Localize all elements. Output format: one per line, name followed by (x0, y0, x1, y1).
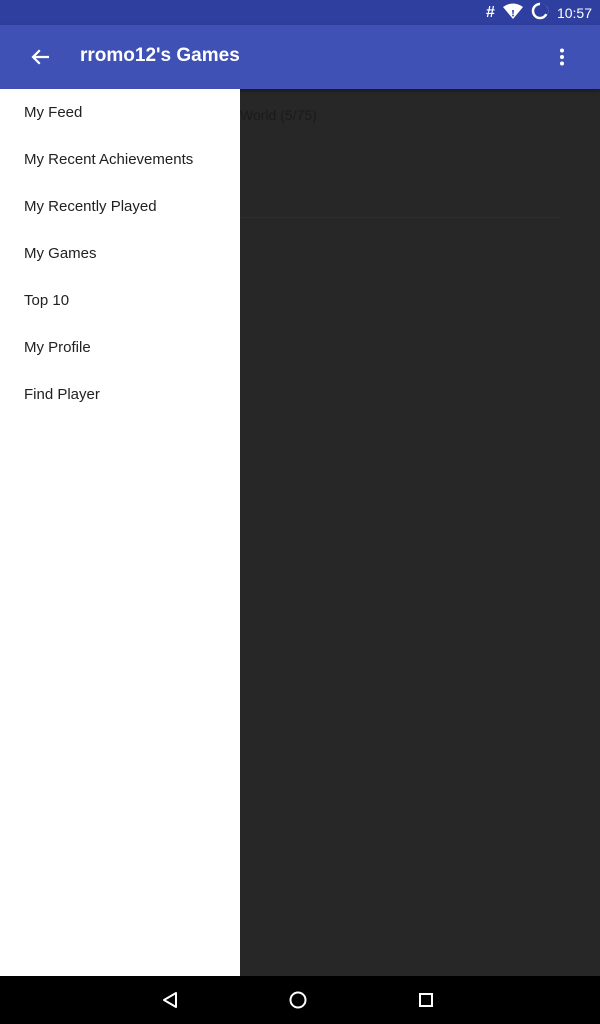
drawer-item-my-profile[interactable]: My Profile (24, 338, 91, 358)
nav-recents-button[interactable] (412, 986, 440, 1014)
background-divider (240, 217, 560, 218)
home-circle-icon (289, 991, 307, 1009)
back-button[interactable] (20, 37, 60, 77)
drawer-item-my-games[interactable]: My Games (24, 244, 97, 264)
status-bar: # 10:57 (0, 0, 600, 25)
navigation-drawer: My Feed My Recent Achievements My Recent… (0, 89, 240, 976)
back-triangle-icon (163, 992, 177, 1008)
recents-square-icon (419, 993, 433, 1007)
sync-icon (531, 2, 549, 23)
page-title: rromo12's Games (80, 45, 240, 66)
drawer-item-my-feed[interactable]: My Feed (24, 103, 82, 123)
back-arrow-icon (31, 49, 49, 65)
drawer-item-find-player[interactable]: Find Player (24, 385, 100, 405)
drawer-item-top-10[interactable]: Top 10 (24, 291, 69, 311)
nav-home-button[interactable] (284, 986, 312, 1014)
wifi-icon (502, 3, 523, 22)
background-game-text: World (5/75) (240, 107, 317, 123)
status-icons: # 10:57 (486, 0, 592, 25)
drawer-item-my-recently-played[interactable]: My Recently Played (24, 197, 157, 217)
status-time: 10:57 (556, 4, 592, 21)
nav-back-button[interactable] (156, 986, 184, 1014)
more-vert-icon (560, 48, 564, 66)
overflow-menu-button[interactable] (544, 39, 580, 75)
hash-icon: # (486, 3, 495, 21)
drawer-item-my-recent-achievements[interactable]: My Recent Achievements (24, 150, 193, 170)
app-bar: rromo12's Games (0, 25, 600, 89)
system-nav-bar (0, 976, 600, 1024)
